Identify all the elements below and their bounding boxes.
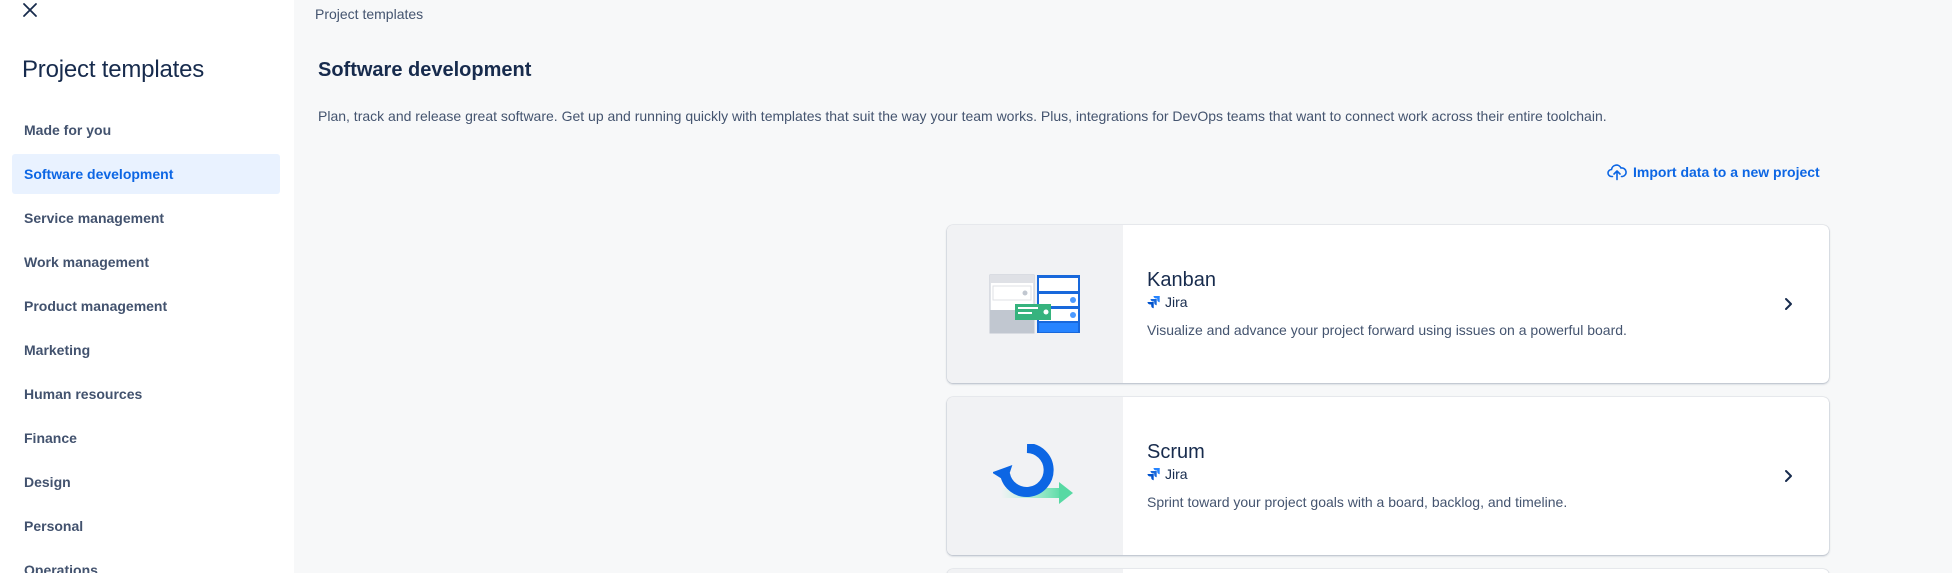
template-product: Jira <box>1147 466 1829 482</box>
template-title: Kanban <box>1147 269 1216 291</box>
jira-icon <box>1147 468 1160 481</box>
main-content: Project templates Software development P… <box>294 0 1952 573</box>
close-button[interactable] <box>20 0 40 20</box>
nav-item-personal[interactable]: Personal <box>12 506 280 546</box>
template-title: Scrum <box>1147 441 1205 463</box>
nav-item-design[interactable]: Design <box>12 462 280 502</box>
import-data-label: Import data to a new project <box>1633 164 1820 180</box>
section-description: Plan, track and release great software. … <box>318 108 1607 124</box>
nav-item-finance[interactable]: Finance <box>12 418 280 458</box>
template-category-nav: Made for you Software development Servic… <box>12 110 280 573</box>
upload-cloud-icon <box>1607 164 1627 181</box>
scrum-cycle-icon <box>993 444 1073 504</box>
template-description: Sprint toward your project goals with a … <box>1147 494 1568 510</box>
scrum-illustration <box>947 397 1123 555</box>
template-card-kanban[interactable]: Kanban Jira Visualize and advance your p… <box>947 225 1829 383</box>
template-product-label: Jira <box>1165 466 1188 482</box>
chevron-right-icon <box>1785 298 1792 310</box>
nav-item-service-management[interactable]: Service management <box>12 198 280 238</box>
nav-item-made-for-you[interactable]: Made for you <box>12 110 280 150</box>
template-description: Visualize and advance your project forwa… <box>1147 322 1627 338</box>
kanban-board-icon <box>989 274 1080 334</box>
template-card-scrum[interactable]: Scrum Jira Sprint toward your project go… <box>947 397 1829 555</box>
template-thumbnail <box>947 569 1123 573</box>
nav-item-marketing[interactable]: Marketing <box>12 330 280 370</box>
nav-item-product-management[interactable]: Product management <box>12 286 280 326</box>
kanban-illustration <box>947 225 1123 383</box>
import-data-link[interactable]: Import data to a new project <box>1607 163 1820 181</box>
close-icon <box>23 3 37 17</box>
nav-item-human-resources[interactable]: Human resources <box>12 374 280 414</box>
nav-item-operations[interactable]: Operations <box>12 550 280 573</box>
jira-icon <box>1147 296 1160 309</box>
template-card-body: Kanban Jira Visualize and advance your p… <box>1123 225 1829 383</box>
sidebar-title: Project templates <box>22 56 205 83</box>
breadcrumb[interactable]: Project templates <box>315 6 423 22</box>
template-card-partial[interactable] <box>947 569 1829 573</box>
template-product-label: Jira <box>1165 294 1188 310</box>
chevron-right-icon <box>1785 470 1792 482</box>
nav-item-work-management[interactable]: Work management <box>12 242 280 282</box>
section-title: Software development <box>318 59 532 81</box>
template-card-body: Scrum Jira Sprint toward your project go… <box>1123 397 1829 555</box>
nav-item-software-development[interactable]: Software development <box>12 154 280 194</box>
template-product: Jira <box>1147 294 1829 310</box>
sidebar: Project templates Made for you Software … <box>0 0 294 573</box>
